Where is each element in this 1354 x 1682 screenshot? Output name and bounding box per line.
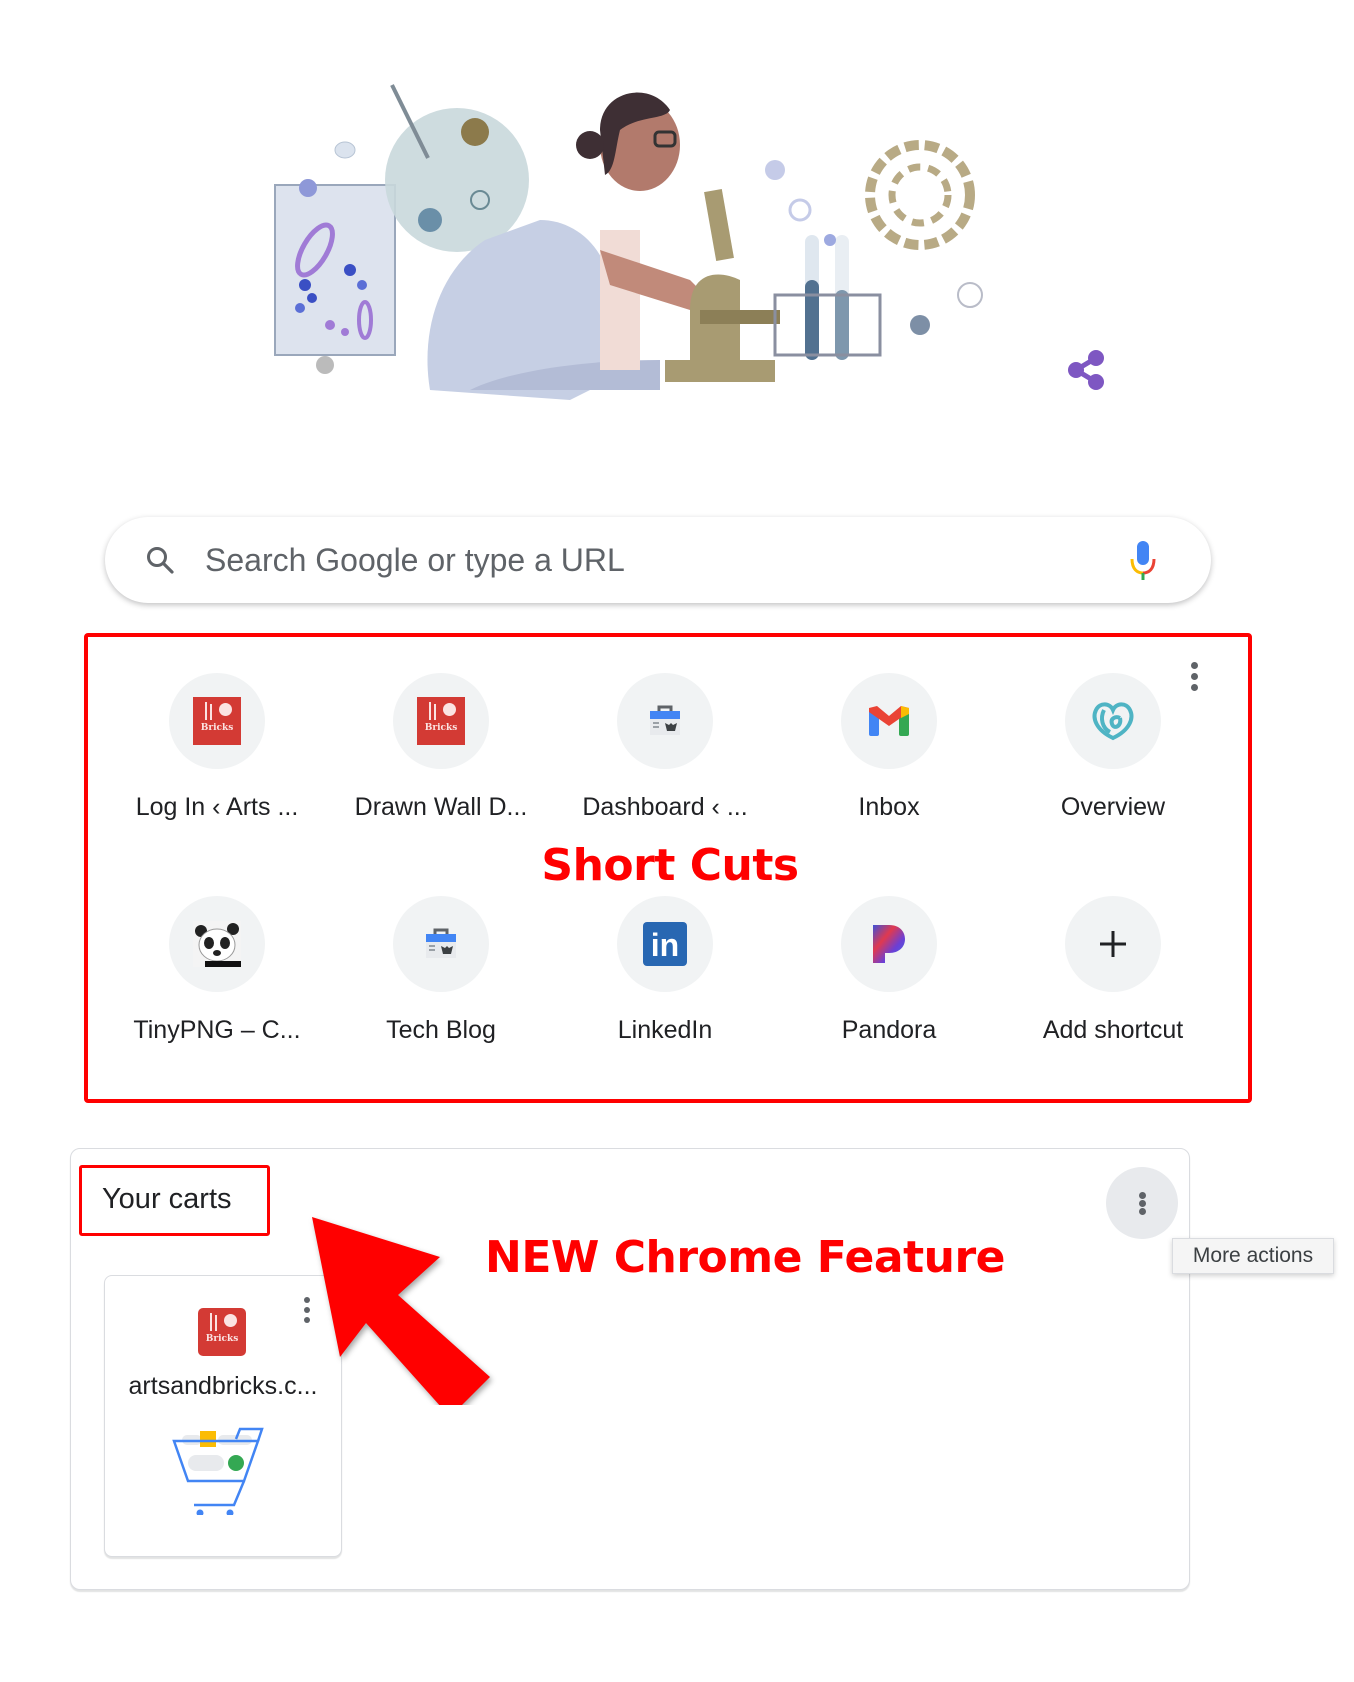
shortcut-icon-circle [617,673,713,769]
cart-merchant-logo: Bricks [198,1308,246,1356]
shortcut-label: Overview [1060,793,1166,821]
carts-more-actions-button[interactable] [1106,1167,1178,1239]
shopping-cart-icon [172,1427,264,1515]
shortcut-tile[interactable]: Bricks Log In ‹ Arts ... [117,673,317,873]
arts-and-bricks-favicon: Bricks [198,1308,246,1356]
search-box[interactable] [105,517,1211,603]
google-doodle[interactable] [270,70,1090,430]
shortcut-icon-circle [1065,896,1161,992]
shortcut-icon-circle [393,896,489,992]
tinypng-panda-favicon [193,921,241,967]
annotation-arrow [312,1217,490,1405]
shortcut-icon-circle [841,896,937,992]
shortcut-icon-circle: Bricks [393,673,489,769]
favicon-text: Bricks [200,723,234,733]
shortcut-icon-circle: in [617,896,713,992]
shortcut-icon-circle [169,896,265,992]
shortcut-icon-circle: Bricks [169,673,265,769]
shortcut-label: Add shortcut [1042,1016,1184,1044]
shortcut-tile[interactable]: Dashboard ‹ ... [565,673,765,873]
shortcut-label: Dashboard ‹ ... [582,793,748,821]
pandora-favicon [873,925,905,963]
shortcut-label: Drawn Wall D... [354,793,528,821]
shortcut-label: LinkedIn [617,1016,713,1044]
doodle-share-button[interactable] [1062,346,1110,394]
shortcut-tile[interactable]: Tech Blog [341,896,541,1096]
more-actions-tooltip: More actions [1172,1238,1334,1274]
search-input[interactable] [205,535,1085,585]
share-icon [1068,350,1104,390]
feature-annotation-label: NEW Chrome Feature [485,1232,1006,1283]
shortcut-label: Inbox [858,793,920,821]
gmail-favicon [869,706,909,736]
shortcut-tile[interactable]: in LinkedIn [565,896,765,1096]
microphone-icon[interactable] [1129,539,1157,581]
shortcut-tile[interactable]: Pandora [789,896,989,1096]
search-console-favicon [426,928,456,958]
doodle-illustration [274,84,983,400]
shortcut-label: TinyPNG – C... [133,1016,301,1044]
shortcut-label: Pandora [841,1016,937,1044]
linkedin-favicon-text: in [650,927,680,963]
godaddy-favicon [1092,702,1134,741]
arts-and-bricks-favicon: Bricks [193,697,241,745]
shortcut-tile[interactable]: Inbox [789,673,989,873]
shortcut-tile[interactable]: TinyPNG – C... [117,896,317,1096]
search-icon [147,547,174,574]
carts-title: Your carts [102,1183,232,1215]
add-shortcut-button[interactable]: Add shortcut [1013,896,1213,1096]
shortcut-label: Log In ‹ Arts ... [135,793,299,821]
plus-icon [1100,931,1126,957]
arts-and-bricks-favicon: Bricks [417,697,465,745]
shortcut-tile[interactable]: Bricks Drawn Wall D... [341,673,541,873]
shortcut-label: Tech Blog [386,1016,496,1044]
shortcut-tile[interactable]: Overview [1013,673,1213,873]
shortcut-icon-circle [841,673,937,769]
favicon-text: Bricks [205,1334,239,1344]
favicon-text: Bricks [424,723,458,733]
linkedin-favicon: in [643,922,687,966]
search-console-favicon [650,705,680,735]
shortcut-icon-circle [1065,673,1161,769]
